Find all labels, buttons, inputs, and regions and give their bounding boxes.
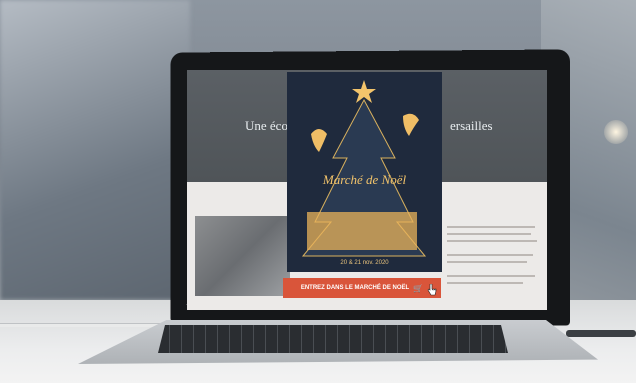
background-lamp-light <box>604 120 628 144</box>
content-text-line <box>447 275 535 277</box>
hero-text-left: Une écol <box>245 118 292 133</box>
content-text-line <box>447 261 527 263</box>
desk-cable <box>0 323 160 327</box>
content-photo <box>195 216 290 296</box>
cart-icon: 🛒 <box>413 283 424 293</box>
poster-title: Marché de Noël <box>322 172 407 187</box>
laptop-keyboard <box>158 325 508 353</box>
enter-market-button-label: ENTREZ DANS LE MARCHÉ DE NOËL <box>300 285 410 291</box>
laptop-screen: Une écol ersailles Marché de Noël 20 & 2… <box>187 70 547 310</box>
content-text-line <box>447 226 535 228</box>
content-text-line <box>447 282 523 284</box>
hero-text-right: ersailles <box>450 118 493 133</box>
power-cable <box>566 330 636 337</box>
christmas-market-poster: Marché de Noël 20 & 21 nov. 2020 <box>287 72 442 272</box>
content-text-line <box>447 240 537 242</box>
hand-cursor-icon <box>427 284 437 296</box>
nativity-figures <box>307 212 417 250</box>
enter-market-button[interactable]: ENTREZ DANS LE MARCHÉ DE NOËL 🛒 <box>283 278 441 298</box>
angel-left-icon <box>311 129 327 152</box>
background-window-left <box>0 0 190 300</box>
angel-right-icon <box>403 113 419 136</box>
content-text-line <box>447 233 531 235</box>
content-text-line <box>447 254 533 256</box>
poster-dates: 20 & 21 nov. 2020 <box>340 260 389 266</box>
